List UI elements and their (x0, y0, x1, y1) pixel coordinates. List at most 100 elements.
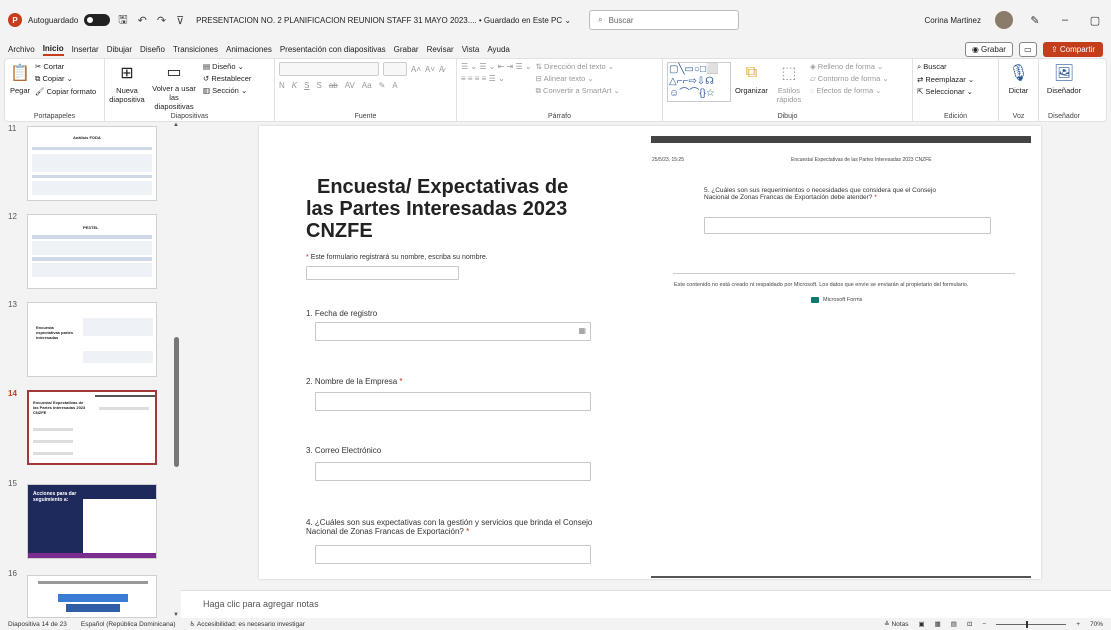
slide-thumbnail-12[interactable]: PESTEL (27, 214, 157, 289)
clear-format-icon[interactable]: A̷ (439, 65, 444, 74)
layout-button[interactable]: ▤ Diseño ⌄ (203, 62, 251, 71)
zoom-in-icon[interactable]: + (1076, 621, 1080, 628)
shape-fill-button[interactable]: ◈ Relleno de forma ⌄ (810, 62, 889, 71)
date-field[interactable]: ▦ (315, 322, 591, 341)
shape-outline-button[interactable]: ▱ Contorno de forma ⌄ (810, 74, 889, 83)
expectations-field[interactable] (315, 545, 591, 564)
align-text-button[interactable]: ⊟ Alinear texto ⌄ (536, 74, 620, 83)
search-input[interactable]: ⌕ Buscar (589, 10, 740, 30)
notes-pane[interactable]: Haga clic para agregar notas (181, 590, 1111, 618)
normal-view-icon[interactable]: ▣ (918, 620, 924, 628)
grow-font-icon[interactable]: A˄ (411, 65, 421, 74)
title-line-1: Encuesta/ Expectativas de (317, 176, 569, 198)
tab-diseno[interactable]: Diseño (140, 44, 165, 55)
zoom-slider[interactable] (996, 620, 1067, 628)
quick-styles-button[interactable]: ⬚ Estilos rápidos (772, 62, 806, 109)
underline-icon[interactable]: S (304, 81, 309, 90)
user-name[interactable]: Corina Martinez (925, 16, 981, 25)
bold-icon[interactable]: N (279, 81, 285, 90)
tab-ayuda[interactable]: Ayuda (487, 44, 510, 55)
reset-button[interactable]: ↺ Restablecer (203, 74, 251, 83)
redo-icon[interactable]: ↷ (155, 14, 168, 27)
tab-revisar[interactable]: Revisar (427, 44, 454, 55)
quick-access-customize-icon[interactable]: ⊽ (174, 14, 186, 27)
company-field[interactable] (315, 392, 591, 411)
text-direction-button[interactable]: ⇅ Dirección del texto ⌄ (536, 62, 620, 71)
new-slide-button[interactable]: ⊞ Nueva diapositiva (109, 62, 145, 109)
font-name-select[interactable] (279, 62, 379, 76)
tab-inicio[interactable]: Inicio (42, 43, 64, 56)
tab-dibujar[interactable]: Dibujar (107, 44, 132, 55)
accessibility-status[interactable]: ♿ Accesibilidad: es necesario investigar (190, 620, 305, 628)
paste-button[interactable]: 📋 Pegar (9, 62, 31, 109)
highlight-icon[interactable]: ✎ (379, 81, 386, 90)
slide-thumbnail-16[interactable] (27, 575, 157, 618)
slideshow-icon[interactable]: ⊡ (967, 620, 972, 628)
slide-thumbnail-11[interactable]: Análisis FODA (27, 126, 157, 201)
spacing-icon[interactable]: AV (345, 81, 355, 90)
undo-icon[interactable]: ↶ (136, 14, 149, 27)
arrange-button[interactable]: ⧉ Organizar (735, 62, 768, 109)
slide-thumbnail-15[interactable]: Acciones para dar seguimiento a: (27, 484, 157, 559)
reading-view-icon[interactable]: ▤ (951, 620, 957, 628)
section-button[interactable]: ▥ Sección ⌄ (203, 86, 251, 95)
scroll-up-icon[interactable]: ▲ (173, 122, 179, 128)
select-button[interactable]: ⇱ Seleccionar ⌄ (917, 87, 974, 96)
quick-styles-icon: ⬚ (781, 65, 797, 82)
current-slide[interactable]: Encuesta/ Expectativas de las Partes Int… (259, 126, 1041, 579)
smartart-button[interactable]: ⧉ Convertir a SmartArt ⌄ (536, 86, 620, 96)
case-icon[interactable]: Aa (362, 81, 372, 90)
list-buttons[interactable]: ☰ ⌄ ☰ ⌄ ⇤ ⇥ ☰ ⌄ (461, 62, 532, 71)
slide-thumbnail-14[interactable]: Encuesta/ Expectativas de las Partes Int… (27, 390, 157, 465)
record-button[interactable]: ◉ Grabar (964, 41, 1013, 57)
tab-archivo[interactable]: Archivo (8, 44, 35, 55)
slide-thumbnail-13[interactable]: Encuesta expectativas partes interesadas (27, 302, 157, 377)
thumbnail-scrollbar[interactable]: ▲ ▼ (173, 122, 181, 618)
italic-icon[interactable]: K (292, 81, 297, 90)
shapes-gallery[interactable]: ▢╲▭○□⬜ △⌐⌐⇨⇩☊ ☺⌒⌒{}☆ (667, 62, 731, 102)
tab-animaciones[interactable]: Animaciones (226, 44, 272, 55)
strikethrough-icon[interactable]: ab (329, 81, 338, 90)
dictate-button[interactable]: 🎙 Dictar (1008, 62, 1030, 109)
zoom-level[interactable]: 70% (1090, 621, 1103, 628)
zoom-out-icon[interactable]: − (982, 621, 986, 628)
save-icon[interactable]: 🖫 (116, 11, 129, 30)
tab-grabar[interactable]: Grabar (394, 44, 419, 55)
slide-title[interactable]: Encuesta/ Expectativas de las Partes Int… (306, 176, 606, 242)
copy-button[interactable]: ⧉ Copiar ⌄ (35, 74, 96, 84)
tab-insertar[interactable]: Insertar (72, 44, 99, 55)
slide-sorter-icon[interactable]: ▦ (935, 620, 941, 628)
email-field[interactable] (315, 462, 591, 481)
share-button[interactable]: ⇪ Compartir (1042, 41, 1103, 57)
shadow-icon[interactable]: S (316, 81, 321, 90)
cut-button[interactable]: ✂ Cortar (35, 62, 96, 71)
format-painter-button[interactable]: 🖌 Copiar formato (35, 87, 96, 96)
pen-icon[interactable]: ✎ (1027, 14, 1043, 27)
language-indicator[interactable]: Español (República Dominicana) (81, 621, 176, 628)
font-color-icon[interactable]: A (392, 81, 397, 90)
shape-effects-button[interactable]: ◌ Efectos de forma ⌄ (810, 86, 889, 95)
maximize-icon[interactable]: ▢ (1087, 14, 1103, 27)
align-buttons[interactable]: ≡ ≡ ≡ ≡ ☰ ⌄ (461, 74, 532, 83)
calendar-icon[interactable]: ▦ (578, 326, 586, 335)
requirements-field[interactable] (704, 217, 991, 234)
comments-icon[interactable]: ▭ (1018, 41, 1037, 57)
minimize-icon[interactable]: – (1057, 14, 1073, 26)
avatar[interactable] (995, 11, 1013, 29)
shrink-font-icon[interactable]: A˅ (425, 65, 435, 74)
scrollbar-thumb[interactable] (174, 337, 179, 467)
reuse-slides-button[interactable]: ▭ Volver a usar las diapositivas (149, 62, 199, 111)
document-title[interactable]: PRESENTACION NO. 2 PLANIFICACION REUNION… (196, 16, 571, 25)
tab-transiciones[interactable]: Transiciones (173, 44, 218, 55)
designer-button[interactable]: 🖼 Diseñador (1047, 62, 1081, 109)
replace-button[interactable]: ⇄ Reemplazar ⌄ (917, 75, 974, 84)
name-field[interactable] (306, 266, 459, 280)
find-button[interactable]: ⌕ Buscar (917, 62, 974, 72)
tab-presentacion[interactable]: Presentación con diapositivas (280, 44, 386, 55)
tab-vista[interactable]: Vista (462, 44, 480, 55)
notes-button[interactable]: ≙ Notas (884, 620, 908, 628)
page-header-title: Encuesta/ Expectativas de las Partes Int… (791, 157, 932, 163)
quick-styles-label: Estilos rápidos (776, 86, 802, 104)
autosave-toggle[interactable] (84, 14, 111, 26)
font-size-select[interactable] (383, 62, 407, 76)
